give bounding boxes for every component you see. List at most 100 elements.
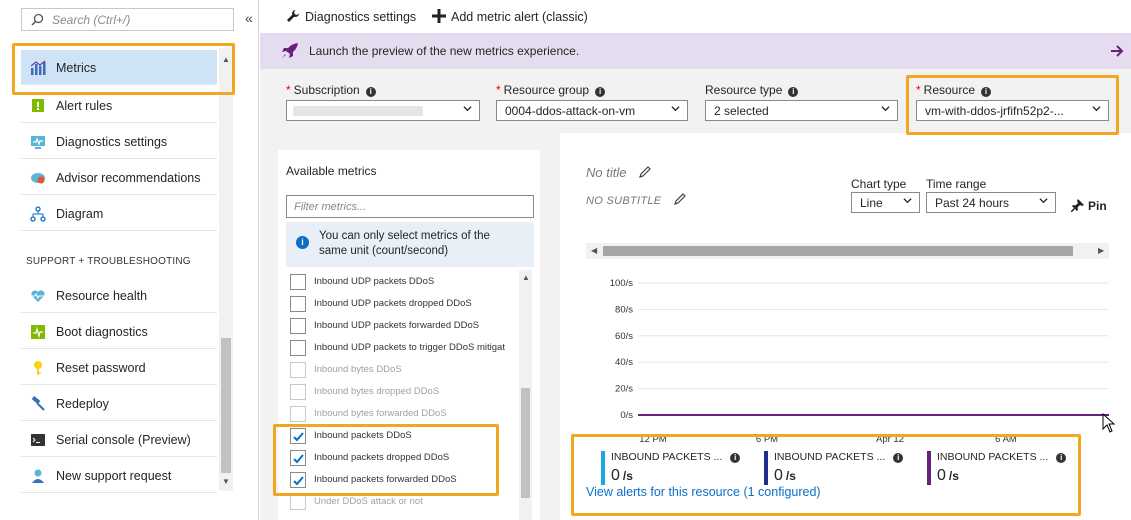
chart-subtitle[interactable]: NO SUBTITLE: [586, 192, 687, 207]
sidebar-item-label: Reset password: [56, 361, 146, 375]
chevron-down-icon: [903, 198, 912, 204]
search-icon: [31, 13, 44, 26]
filter-placeholder: Filter metrics...: [294, 201, 367, 213]
info-icon: i: [788, 87, 799, 97]
y-tick-label: 100/s: [610, 278, 633, 289]
search-placeholder: Search (Ctrl+/): [52, 13, 131, 27]
redacted-value: [293, 106, 423, 116]
collapse-sidebar-button[interactable]: «: [245, 10, 253, 26]
unit-info-box: i You can only select metrics of the same…: [286, 222, 534, 267]
metric-checkbox-row[interactable]: Inbound UDP packets to trigger DDoS miti…: [290, 338, 520, 360]
resource-type-dropdown[interactable]: 2 selected: [705, 100, 898, 121]
sidebar-item-label: Boot diagnostics: [56, 325, 148, 339]
chevron-down-icon: [671, 106, 680, 112]
highlight-resource: [906, 75, 1119, 135]
highlight-metrics: [12, 43, 235, 95]
sidebar-item-label: Serial console (Preview): [56, 433, 191, 447]
resource-group-label: * Resource group i: [496, 83, 606, 97]
chart-scrollbar-thumb[interactable]: [603, 246, 1073, 256]
metric-checkbox-row[interactable]: Inbound UDP packets DDoS: [290, 272, 520, 294]
chart-title[interactable]: No title: [586, 165, 652, 180]
sidebar-item-label: Advisor recommendations: [56, 171, 201, 185]
support-person-icon: [32, 469, 44, 483]
subscription-label: * Subscription i: [286, 83, 376, 97]
filter-metrics-input[interactable]: Filter metrics...: [286, 195, 534, 218]
heart-icon: [31, 290, 45, 302]
info-icon: i: [365, 87, 376, 97]
edit-pencil-icon[interactable]: [673, 192, 687, 206]
diagnostics-icon: [31, 136, 45, 149]
subscription-dropdown[interactable]: [286, 100, 480, 121]
add-metric-alert-label: Add metric alert (classic): [451, 10, 588, 24]
key-icon: [34, 361, 42, 375]
sidebar-item-label: Diagram: [56, 207, 104, 221]
resource-type-label: Resource type i: [705, 83, 799, 97]
metric-checkbox[interactable]: [290, 406, 306, 422]
plus-icon: [432, 9, 446, 23]
metric-checkbox[interactable]: [290, 296, 306, 312]
metric-checkbox[interactable]: [290, 318, 306, 334]
metric-checkbox-row[interactable]: Inbound UDP packets dropped DDoS: [290, 294, 520, 316]
chart-type-label: Chart type: [851, 177, 907, 191]
sidebar-item-diagram[interactable]: Diagram: [21, 196, 217, 231]
info-icon: i: [296, 236, 309, 249]
chevron-down-icon: [881, 106, 890, 112]
scroll-down-arrow-icon[interactable]: ▼: [222, 477, 230, 486]
y-tick-label: 40/s: [615, 357, 633, 368]
sidebar-item-boot-diagnostics[interactable]: Boot diagnostics: [21, 314, 217, 349]
diagnostics-settings-label: Diagnostics settings: [305, 10, 417, 24]
boot-diagnostics-icon: [31, 325, 45, 339]
sidebar-item-label: Diagnostics settings: [56, 135, 168, 149]
available-metrics-title: Available metrics: [286, 164, 377, 178]
metric-checkbox[interactable]: [290, 494, 306, 510]
wrench-icon: [287, 10, 299, 22]
metrics-scrollbar-thumb[interactable]: [521, 388, 530, 498]
metric-checkbox-row[interactable]: Inbound bytes DDoS: [290, 360, 520, 382]
resource-group-dropdown[interactable]: 0004-ddos-attack-on-vm: [496, 100, 688, 121]
metric-label: Inbound bytes DDoS: [314, 364, 402, 375]
add-metric-alert-button[interactable]: Add metric alert (classic): [432, 9, 588, 24]
y-tick-label: 60/s: [615, 331, 633, 342]
hammer-icon: [31, 396, 45, 411]
metric-checkbox[interactable]: [290, 384, 306, 400]
time-range-label: Time range: [926, 177, 987, 191]
sidebar-item-resource-health[interactable]: Resource health: [21, 278, 217, 313]
sidebar-item-new-support-request[interactable]: New support request: [21, 458, 217, 493]
metric-checkbox[interactable]: [290, 340, 306, 356]
metric-checkbox[interactable]: [290, 362, 306, 378]
scroll-left-arrow-icon[interactable]: ◀: [591, 246, 597, 255]
sidebar-scrollbar-thumb[interactable]: [221, 338, 231, 473]
chart-type-dropdown[interactable]: Line: [851, 192, 920, 213]
sidebar-item-serial-console[interactable]: Serial console (Preview): [21, 422, 217, 457]
rocket-icon: [282, 43, 298, 58]
sidebar-item-advisor-recommendations[interactable]: Advisor recommendations: [21, 160, 217, 195]
metric-checkbox-row[interactable]: Inbound bytes dropped DDoS: [290, 382, 520, 404]
metric-label: Inbound UDP packets dropped DDoS: [314, 298, 472, 309]
highlight-selected-metrics: [273, 424, 499, 496]
preview-banner[interactable]: Launch the preview of the new metrics ex…: [260, 33, 1131, 69]
sidebar-item-label: New support request: [56, 469, 172, 483]
metric-checkbox[interactable]: [290, 274, 306, 290]
sidebar-item-reset-password[interactable]: Reset password: [21, 350, 217, 385]
console-icon: [31, 434, 45, 446]
metric-label: Inbound UDP packets DDoS: [314, 276, 435, 287]
line-chart-plot: 100/s80/s60/s40/s20/s0/s12 PM 6 PM Apr 12 6…: [610, 278, 1109, 445]
diagnostics-settings-button[interactable]: Diagnostics settings: [286, 9, 416, 24]
section-header-support: SUPPORT + TROUBLESHOOTING: [26, 256, 191, 267]
scroll-right-arrow-icon[interactable]: ▶: [1098, 246, 1104, 255]
time-range-dropdown[interactable]: Past 24 hours: [926, 192, 1056, 213]
metric-label: Inbound UDP packets to trigger DDoS miti…: [314, 342, 505, 353]
search-input[interactable]: Search (Ctrl+/): [21, 8, 234, 31]
metric-checkbox-row[interactable]: Inbound UDP packets forwarded DDoS: [290, 316, 520, 338]
arrow-right-icon[interactable]: [1111, 45, 1124, 57]
pin-button[interactable]: Pin: [1070, 199, 1107, 213]
scroll-up-arrow-icon[interactable]: ▲: [522, 273, 530, 282]
chart-horizontal-scrollbar[interactable]: ◀ ▶: [586, 243, 1109, 259]
edit-pencil-icon[interactable]: [638, 165, 652, 179]
metric-checkbox-row[interactable]: Inbound bytes forwarded DDoS: [290, 404, 520, 426]
metric-label: Inbound bytes forwarded DDoS: [314, 408, 447, 419]
sidebar-item-diagnostics-settings[interactable]: Diagnostics settings: [21, 124, 217, 159]
sidebar-item-redeploy[interactable]: Redeploy: [21, 386, 217, 421]
highlight-legend: [571, 434, 1081, 516]
diagram-icon: [30, 206, 46, 222]
